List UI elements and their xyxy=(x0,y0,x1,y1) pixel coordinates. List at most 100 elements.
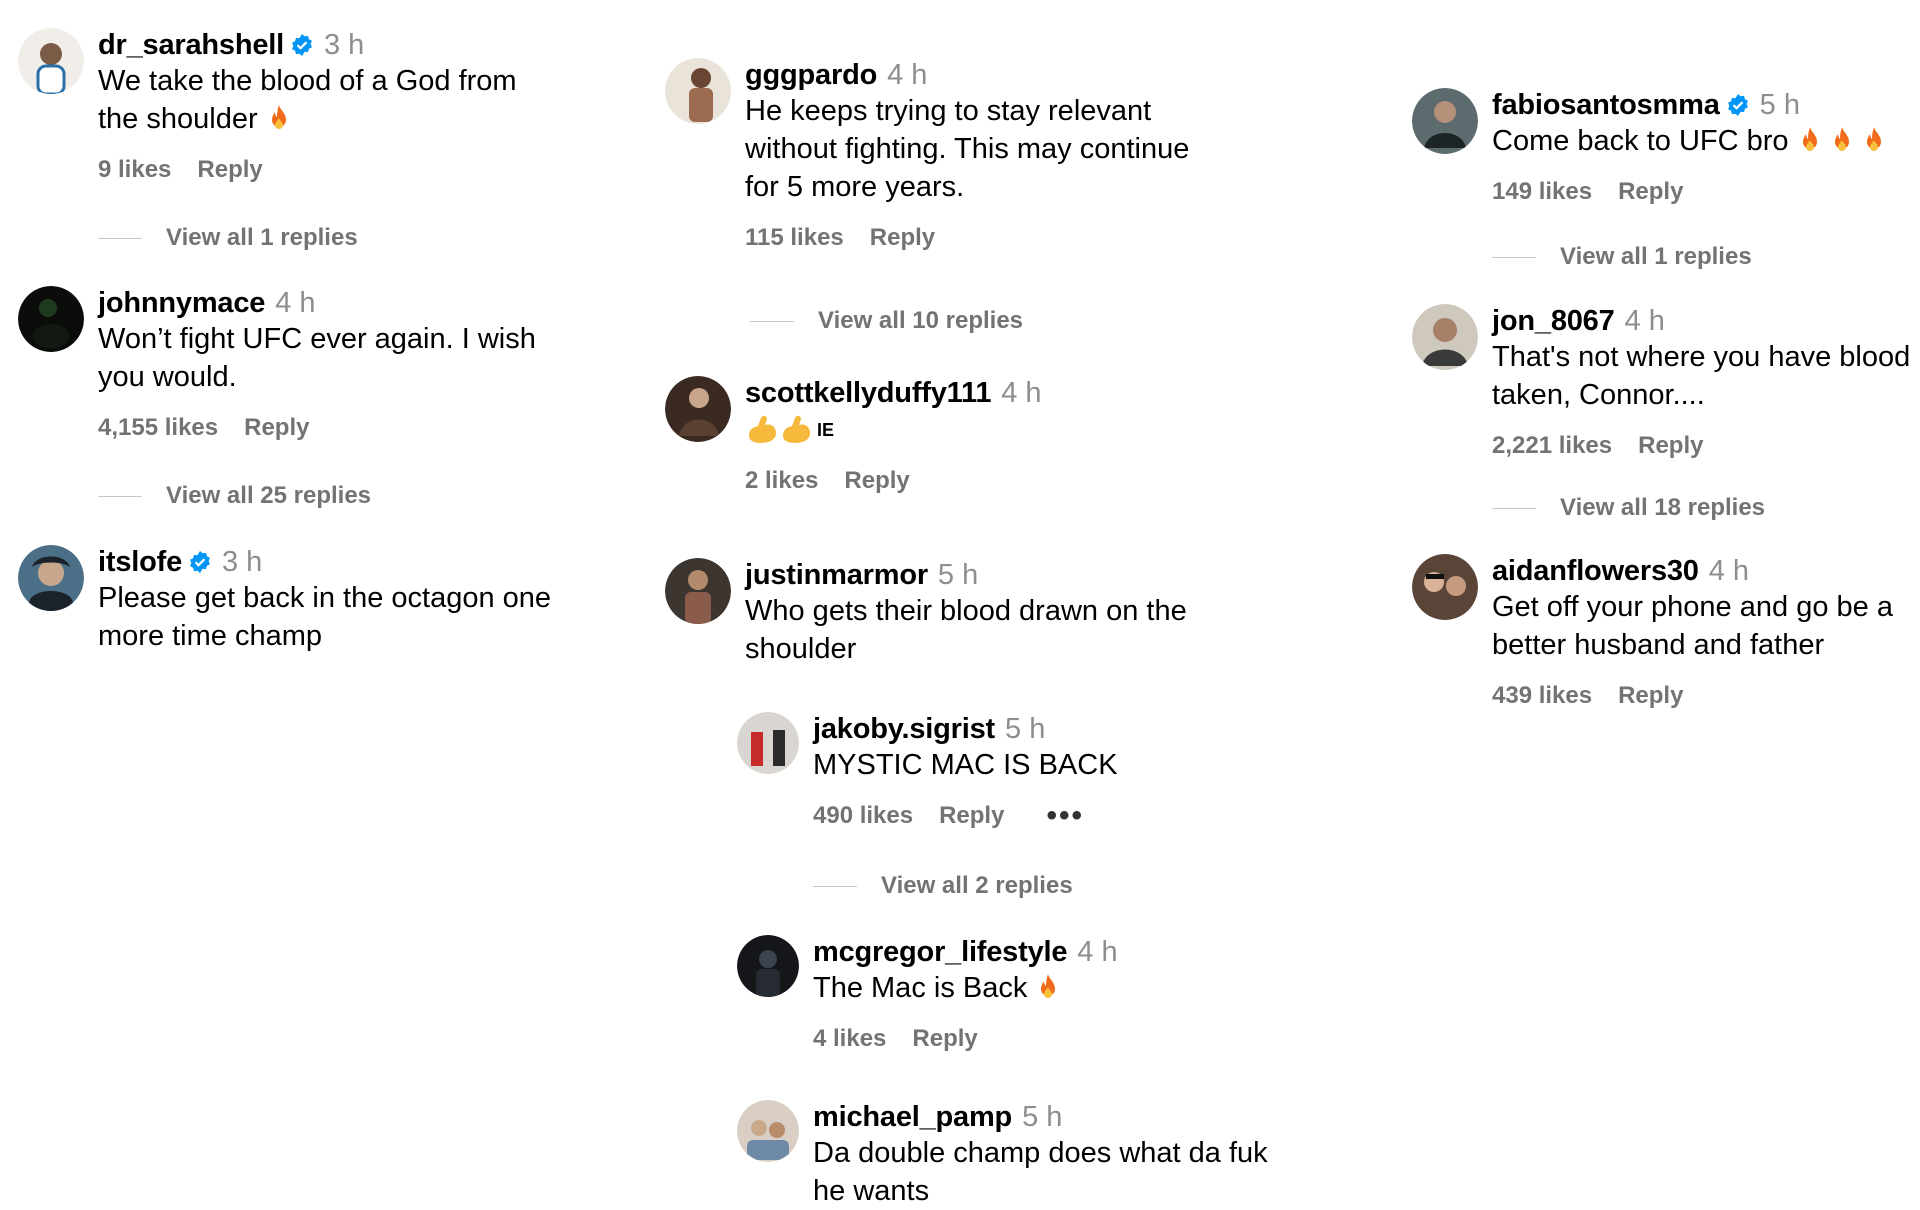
likes-count[interactable]: 149 likes xyxy=(1492,178,1592,206)
timestamp: 5 h xyxy=(1759,89,1800,121)
avatar[interactable] xyxy=(1412,88,1478,154)
comment-text: Who gets their blood drawn on the shoulde… xyxy=(745,595,1187,665)
comment-text: The Mac is Back xyxy=(813,969,1118,1007)
likes-count[interactable]: 4 likes xyxy=(813,1025,886,1053)
timestamp: 5 h xyxy=(1005,713,1046,745)
reply-button[interactable]: Reply xyxy=(1618,178,1683,206)
username[interactable]: mcgregor_lifestyle xyxy=(813,935,1067,969)
flexed-biceps-icon xyxy=(749,415,776,443)
comment-text: We take the blood of a God from the shoul… xyxy=(98,65,517,135)
reply-button[interactable]: Reply xyxy=(1638,432,1703,460)
fire-icon xyxy=(271,105,286,129)
likes-count[interactable]: 439 likes xyxy=(1492,682,1592,710)
comment-text: Get off your phone and go be a better hus… xyxy=(1492,591,1893,661)
avatar[interactable] xyxy=(18,286,84,352)
timestamp: 4 h xyxy=(1001,377,1042,409)
username[interactable]: johnnymace xyxy=(98,286,265,320)
comment-text: That's not where you have blood taken, Co… xyxy=(1492,341,1911,411)
likes-count[interactable]: 9 likes xyxy=(98,156,171,184)
avatar[interactable] xyxy=(737,935,799,997)
timestamp: 4 h xyxy=(1708,555,1750,587)
comment: johnnymace 4 h Won’t fight UFC ever again… xyxy=(18,286,536,442)
view-replies-button[interactable]: View all 1 replies xyxy=(98,224,358,252)
divider xyxy=(1492,507,1536,509)
avatar[interactable] xyxy=(665,58,731,124)
fire-icon xyxy=(1041,974,1056,998)
timestamp: 4 h xyxy=(887,59,928,91)
divider xyxy=(98,495,142,497)
comment-text: He keeps trying to stay relevant without … xyxy=(745,95,1190,203)
view-replies-button[interactable]: View all 25 replies xyxy=(98,482,371,510)
avatar[interactable] xyxy=(737,1100,799,1162)
username[interactable]: jon_8067 xyxy=(1492,304,1615,338)
username[interactable]: jakoby.sigrist xyxy=(813,712,995,746)
likes-count[interactable]: 2 likes xyxy=(745,467,818,495)
reply-button[interactable]: Reply xyxy=(870,224,935,252)
divider xyxy=(1492,256,1536,258)
divider xyxy=(813,885,857,887)
fire-icon xyxy=(1802,127,1817,151)
reply-button[interactable]: Reply xyxy=(197,156,262,184)
avatar[interactable] xyxy=(1412,554,1478,620)
comment: gggpardo 4 h He keeps trying to stay rele… xyxy=(665,58,1189,252)
username[interactable]: michael_pamp xyxy=(813,1100,1012,1134)
timestamp: 3 h xyxy=(324,29,365,61)
comment-text: Won’t fight UFC ever again. I wish you wo… xyxy=(98,323,536,393)
fire-icon xyxy=(1866,127,1881,151)
likes-count[interactable]: 4,155 likes xyxy=(98,414,218,442)
comment: scottkellyduffy111 4 h IE 2 likes Reply xyxy=(665,376,1042,495)
comment-text: MYSTIC MAC IS BACK xyxy=(813,749,1118,781)
username[interactable]: scottkellyduffy111 xyxy=(745,376,991,410)
comment: fabiosantosmma 5 h Come back to UFC bro 1… xyxy=(1412,88,1885,206)
comment-text: Please get back in the octagon one more t… xyxy=(98,582,552,652)
comment: dr_sarahshell 3 h We take the blood of a … xyxy=(18,28,517,184)
timestamp: 4 h xyxy=(275,287,316,319)
more-options-icon[interactable]: ••• xyxy=(1046,801,1084,831)
reply-button[interactable]: Reply xyxy=(939,802,1004,830)
avatar[interactable] xyxy=(1412,304,1478,370)
comment-text: Da double champ does what da fuk he wants xyxy=(813,1137,1268,1207)
avatar[interactable] xyxy=(665,558,731,624)
divider xyxy=(98,237,142,239)
username[interactable]: gggpardo xyxy=(745,58,877,92)
reply-button[interactable]: Reply xyxy=(912,1025,977,1053)
username[interactable]: fabiosantosmma xyxy=(1492,88,1720,122)
likes-count[interactable]: 490 likes xyxy=(813,802,913,830)
timestamp: 5 h xyxy=(937,559,979,591)
username[interactable]: itslofe xyxy=(98,545,182,579)
avatar[interactable] xyxy=(665,376,731,442)
comment-text: Come back to UFC bro xyxy=(1492,122,1885,160)
comment: justinmarmor 5 h Who gets their blood dra… xyxy=(665,558,1187,668)
comment: aidanflowers30 4 h Get off your phone and… xyxy=(1412,554,1893,710)
timestamp: 4 h xyxy=(1624,305,1665,337)
comment-text: IE xyxy=(745,410,1042,449)
view-replies-button[interactable]: View all 18 replies xyxy=(1492,494,1765,522)
comment: itslofe 3 h Please get back in the octago… xyxy=(18,545,551,655)
divider xyxy=(750,320,794,322)
reply-comment: michael_pamp 5 h Da double champ does wha… xyxy=(737,1100,1268,1210)
view-replies-button[interactable]: View all 10 replies xyxy=(750,307,1023,335)
likes-count[interactable]: 2,221 likes xyxy=(1492,432,1612,460)
verified-badge-icon xyxy=(292,34,312,56)
username[interactable]: aidanflowers30 xyxy=(1492,554,1699,588)
view-replies-button[interactable]: View all 1 replies xyxy=(1492,243,1752,271)
comment: jon_8067 4 h That's not where you have bl… xyxy=(1412,304,1910,460)
avatar[interactable] xyxy=(18,28,84,94)
timestamp: 4 h xyxy=(1077,936,1118,968)
avatar[interactable] xyxy=(18,545,84,611)
timestamp: 3 h xyxy=(222,546,263,578)
verified-badge-icon xyxy=(1727,94,1748,116)
reply-button[interactable]: Reply xyxy=(844,467,909,495)
timestamp: 5 h xyxy=(1022,1101,1063,1133)
username[interactable]: dr_sarahshell xyxy=(98,28,284,62)
view-replies-button[interactable]: View all 2 replies xyxy=(813,872,1073,900)
verified-badge-icon xyxy=(190,551,210,573)
reply-button[interactable]: Reply xyxy=(1618,682,1683,710)
reply-button[interactable]: Reply xyxy=(244,414,309,442)
reply-comment: mcgregor_lifestyle 4 h The Mac is Back 4 … xyxy=(737,935,1118,1053)
avatar[interactable] xyxy=(737,712,799,774)
flexed-biceps-icon xyxy=(783,415,810,443)
likes-count[interactable]: 115 likes xyxy=(745,224,844,252)
reply-comment: jakoby.sigrist 5 h MYSTIC MAC IS BACK 490… xyxy=(737,712,1118,831)
username[interactable]: justinmarmor xyxy=(745,558,928,592)
